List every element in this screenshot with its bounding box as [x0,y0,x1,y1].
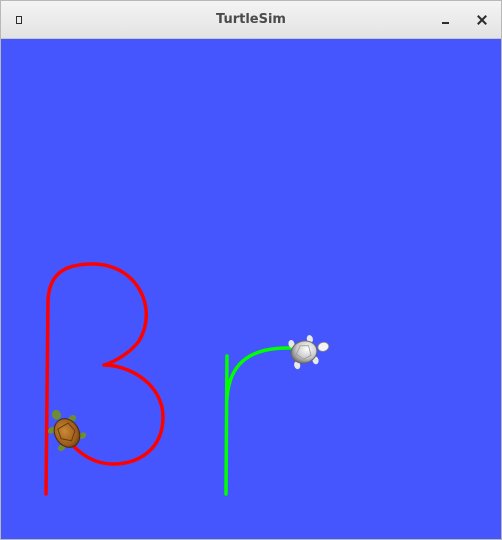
close-button[interactable] [471,9,493,31]
title-bar[interactable]: TurtleSim [1,1,501,39]
turtlesim-window: TurtleSim [0,0,502,540]
canvas-background [1,39,501,539]
turtle-canvas [1,39,501,539]
window-menu-button[interactable] [8,9,30,31]
window-title: TurtleSim [216,12,286,27]
close-icon [477,15,487,25]
window-menu-icon [16,16,22,24]
minimize-button[interactable] [434,9,456,31]
minimize-icon [441,22,449,24]
